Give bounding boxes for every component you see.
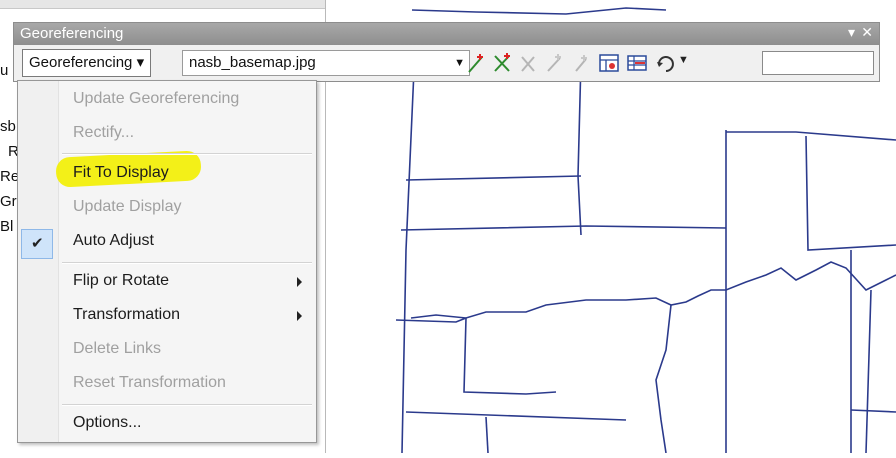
delete-link-icon[interactable] [570,51,592,75]
chevron-down-icon: ▼ [454,57,465,69]
georeferencing-menu-button[interactable]: Georeferencing ▾ [22,49,152,77]
menu-item-rectify[interactable]: Rectify... [18,117,316,151]
toc-fragment: Gr [0,193,17,210]
menu-item-label: Update Georeferencing [73,90,240,107]
menu-item-update-georeferencing[interactable]: Update Georeferencing [18,83,316,117]
toc-fragment: u [0,62,9,79]
submenu-arrow-icon [297,311,302,321]
rotate-icon[interactable] [654,51,676,75]
toolbar-title-bar[interactable]: Georeferencing ▾ ✕ [14,23,879,45]
auto-registration-icon[interactable] [492,51,514,75]
menu-item-label: Auto Adjust [73,232,154,249]
toolbar-options-icon[interactable]: ▾ [848,24,855,41]
layer-dropdown[interactable]: nasb_basemap.jpg ▼ [182,50,470,76]
menu-item-fit-to-display[interactable]: Fit To Display [18,157,316,191]
rotation-angle-input[interactable] [762,51,874,75]
menu-item-label: Transformation [73,306,180,323]
toolbar-title: Georeferencing [20,25,124,42]
menu-separator [62,153,312,155]
menu-item-auto-adjust[interactable]: Auto Adjust [18,225,316,259]
menu-item-label: Reset Transformation [73,374,226,391]
menu-item-label: Flip or Rotate [73,272,170,289]
toc-fragment: sb [0,118,16,135]
menu-separator [62,262,312,264]
menu-item-flip-or-rotate[interactable]: Flip or Rotate [18,265,316,299]
close-icon[interactable]: ✕ [861,24,873,41]
layer-dropdown-value: nasb_basemap.jpg [189,54,316,71]
menu-item-update-display[interactable]: Update Display [18,191,316,225]
menu-item-label: Rectify... [73,124,135,141]
add-control-points-icon[interactable] [466,51,488,75]
georeferencing-dropdown-menu: ✔ Update Georeferencing Rectify... Fit T… [17,80,317,443]
toc-fragment: Bl [0,218,14,235]
menu-item-options[interactable]: Options... [18,407,316,441]
menu-item-transformation[interactable]: Transformation [18,299,316,333]
georeferencing-toolbar: Georeferencing ▾ ✕ Georeferencing ▾ nasb… [13,22,880,82]
menu-item-label: Delete Links [73,340,162,357]
zoom-to-selected-link-icon[interactable] [544,51,566,75]
rotate-dropdown-icon[interactable]: ▼ [678,54,689,66]
select-link-icon[interactable] [518,51,540,75]
toc-top-bar [0,0,325,9]
menu-separator [62,404,312,406]
raster-table-icon[interactable] [626,51,648,75]
menu-item-reset-transformation[interactable]: Reset Transformation [18,367,316,401]
menu-item-delete-links[interactable]: Delete Links [18,333,316,367]
submenu-arrow-icon [297,277,302,287]
menu-item-label: Options... [73,414,142,431]
menu-item-label: Fit To Display [73,164,169,181]
menu-item-label: Update Display [73,198,182,215]
view-link-table-icon[interactable] [598,51,620,75]
